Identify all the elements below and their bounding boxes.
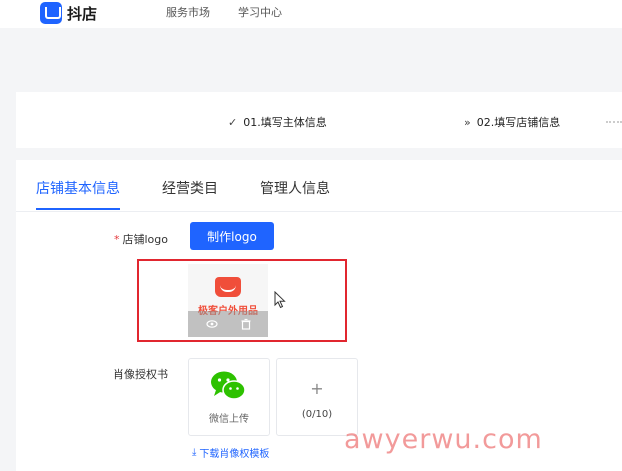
double-chevron-right-icon: » [464, 115, 471, 129]
step-connector [606, 121, 622, 123]
step-fill-shop-info: » 02.填写店铺信息 [464, 114, 560, 130]
check-icon: ✓ [228, 115, 238, 129]
mouse-cursor-icon [274, 291, 286, 309]
top-navigation-bar: 抖店 服务市场 学习中心 [0, 0, 622, 28]
shop-logo-label-text: 店铺logo [122, 233, 169, 246]
doudian-logo-icon [40, 2, 62, 24]
wechat-upload-caption: 微信上传 [209, 414, 249, 425]
nav-learning-center[interactable]: 学习中心 [238, 4, 282, 20]
tab-bar: 店铺基本信息 经营类目 管理人信息 [36, 178, 372, 210]
wechat-icon [211, 371, 246, 400]
portrait-authorization-label: 肖像授权书 [113, 368, 168, 381]
required-mark: * [114, 233, 120, 246]
tab-shop-basic-info[interactable]: 店铺基本信息 [36, 178, 120, 210]
brand-name: 抖店 [67, 4, 98, 23]
download-portrait-template-link[interactable]: ⤓ 下载肖像权模板 [192, 445, 269, 460]
trash-icon[interactable] [240, 318, 252, 330]
shop-logo-label: * 店铺logo [114, 231, 168, 247]
progress-steps: ✓ 01.填写主体信息 » 02.填写店铺信息 [16, 92, 622, 148]
upload-count: (0/10) [301, 409, 333, 420]
step-label: 02.填写店铺信息 [476, 116, 561, 129]
nav-service-market[interactable]: 服务市场 [166, 4, 210, 20]
download-icon: ⤓ [192, 447, 197, 458]
eye-icon[interactable] [206, 318, 218, 330]
logo-preview[interactable]: 极客户外用品 [188, 264, 268, 337]
preview-action-bar [188, 311, 268, 337]
brand-logo[interactable]: 抖店 [40, 2, 97, 24]
step-label: 01.填写主体信息 [243, 116, 327, 129]
download-link-text: 下载肖像权模板 [199, 449, 270, 460]
shop-logo-image-icon [215, 277, 241, 297]
wechat-upload-button[interactable]: 微信上传 [188, 358, 270, 436]
make-logo-button[interactable]: 制作logo [190, 222, 274, 250]
tab-manager-info[interactable]: 管理人信息 [260, 178, 330, 210]
plus-icon: + [310, 379, 324, 398]
tab-business-category[interactable]: 经营类目 [162, 178, 218, 210]
watermark-text: awyerwu.com [344, 424, 543, 455]
tab-divider [16, 211, 622, 212]
step-fill-entity-info: ✓ 01.填写主体信息 [228, 114, 327, 130]
